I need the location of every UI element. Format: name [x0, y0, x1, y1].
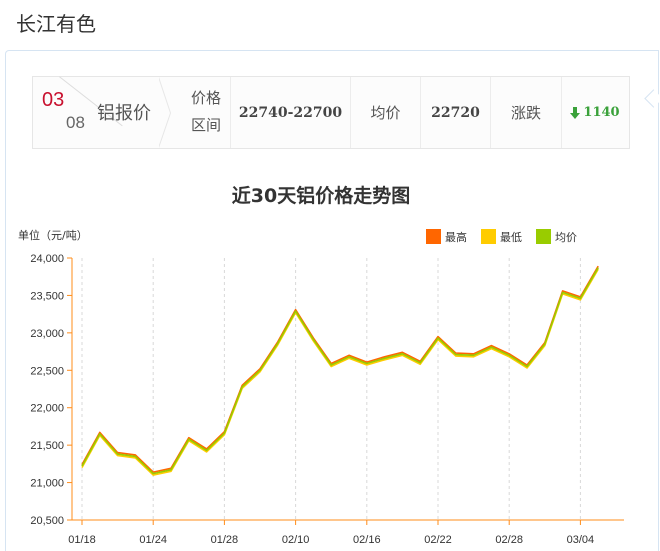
- y-tick-label: 20,500: [30, 515, 64, 527]
- series-line-1: [81, 268, 599, 476]
- y-tick-label: 23,000: [30, 328, 64, 340]
- legend-label-2: 均价: [555, 231, 577, 244]
- x-tick-label: 01/28: [211, 534, 239, 546]
- series-line-0: [81, 265, 599, 473]
- y-tick-label: 21,500: [30, 440, 64, 452]
- y-tick-label: 22,000: [30, 403, 64, 415]
- series-line-2: [81, 267, 599, 475]
- chart-grid: [81, 258, 581, 520]
- x-tick-label: 01/24: [139, 534, 167, 546]
- price-trend-chart: 近30天铝价格走势图 单位（元/吨） 最高 最低 均价 20,500 21,000 21…: [18, 184, 624, 546]
- y-axis: 20,500 21,000 21,500 22,000 22,500 23,000 23,5…: [30, 253, 73, 527]
- x-tick-label: 03/04: [567, 534, 595, 546]
- legend-label-0: 最高: [445, 230, 467, 244]
- y-tick-label: 23,500: [30, 290, 64, 302]
- y-tick-label: 21,000: [30, 478, 64, 490]
- chart-title: 近30天铝价格走势图: [232, 184, 410, 207]
- x-tick-label: 02/16: [353, 534, 381, 546]
- x-tick-label: 02/10: [282, 534, 310, 546]
- y-tick-label: 22,500: [30, 365, 64, 377]
- chart-legend: 最高 最低 均价: [426, 229, 577, 244]
- legend-swatch-1: [481, 229, 496, 244]
- chart-series: [81, 265, 599, 476]
- y-axis-unit-label: 单位（元/吨）: [18, 228, 88, 242]
- x-axis: 01/18 01/24 01/28 02/10 02/16 02/22 02/28 03/04: [68, 519, 624, 546]
- x-tick-label: 01/18: [68, 534, 96, 546]
- y-tick-label: 24,000: [30, 253, 64, 265]
- legend-label-1: 最低: [500, 231, 522, 244]
- legend-swatch-2: [536, 229, 551, 244]
- x-tick-label: 02/28: [495, 534, 523, 546]
- legend-swatch-0: [426, 229, 441, 244]
- x-tick-label: 02/22: [424, 534, 452, 546]
